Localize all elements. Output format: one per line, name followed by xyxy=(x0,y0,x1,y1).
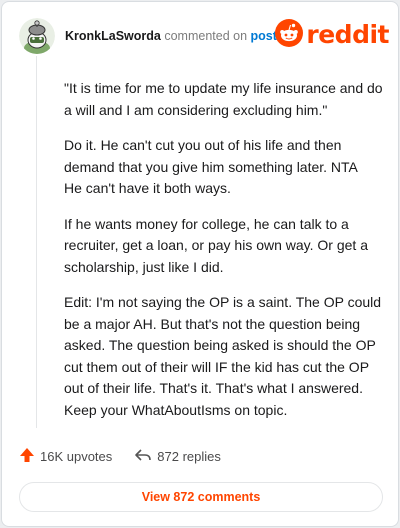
upvote-count: 16K upvotes xyxy=(40,448,113,464)
comment-paragraph: Do it. He can't cut you out of his life … xyxy=(64,137,358,196)
reddit-snoo-icon xyxy=(275,18,304,52)
comment-footer: 16K upvotes 872 replies xyxy=(19,445,243,467)
reply-count: 872 replies xyxy=(157,448,221,464)
comment-card: KronkLaSworda commented on post reddit "… xyxy=(1,1,399,527)
replies-button[interactable]: 872 replies xyxy=(134,447,221,466)
action-text: commented on xyxy=(164,29,248,43)
snoo-avatar-icon[interactable] xyxy=(19,18,55,54)
post-link[interactable]: post xyxy=(251,29,277,43)
comment-header: KronkLaSworda commented on post reddit xyxy=(19,16,389,54)
comment-paragraph: If he wants money for college, he can ta… xyxy=(64,215,369,275)
comment-body: "It is time for me to update my life ins… xyxy=(64,78,386,435)
view-comments-button[interactable]: View 872 comments xyxy=(19,482,383,512)
upvote-button[interactable]: 16K upvotes xyxy=(19,447,112,466)
author-name[interactable]: KronkLaSworda xyxy=(65,29,161,43)
reddit-wordmark: reddit xyxy=(306,20,389,49)
reddit-logo[interactable]: reddit xyxy=(275,18,389,52)
comment-paragraph: "It is time for me to update my life ins… xyxy=(64,80,383,118)
comment-paragraph: Edit: I'm not saying the OP is a saint. … xyxy=(64,294,382,418)
thread-line xyxy=(36,56,37,428)
author-line: KronkLaSworda commented on post xyxy=(65,28,277,44)
reply-arrow-icon xyxy=(134,447,157,466)
upvote-arrow-icon xyxy=(19,447,40,466)
